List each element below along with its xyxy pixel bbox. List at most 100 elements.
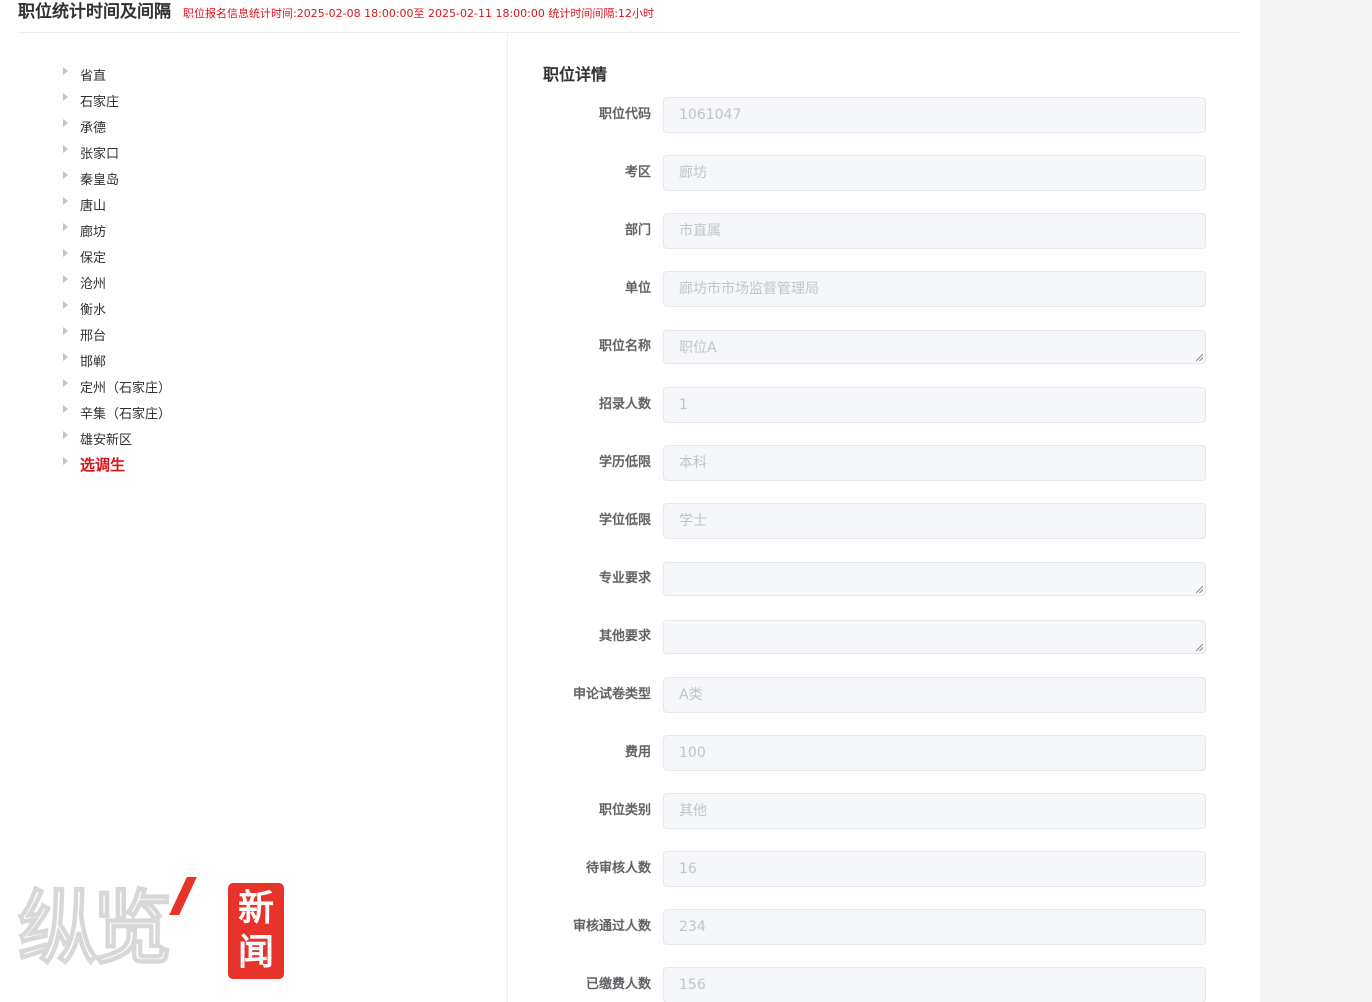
resize-grip-icon[interactable] <box>1196 644 1203 651</box>
tree-node[interactable]: 选调生 <box>60 451 171 477</box>
form-label: 已缴费人数 <box>585 977 651 992</box>
tree-node-label: 雄安新区 <box>80 432 133 448</box>
tree-node-label: 辛集（石家庄） <box>80 406 172 422</box>
tree-node-label: 承德 <box>80 120 107 136</box>
form-label: 职位代码 <box>598 107 651 122</box>
tree-node-label: 廊坊 <box>80 224 107 240</box>
tree-node[interactable]: 张家口 <box>60 139 171 165</box>
detail-textarea[interactable] <box>663 620 1206 654</box>
form-label: 费用 <box>624 745 651 760</box>
form-row: 学位低限 学士 <box>509 503 1260 561</box>
watermark-news-badge: 新 闻 <box>228 883 284 979</box>
caret-right-icon[interactable] <box>63 223 68 231</box>
detail-input[interactable]: 234 <box>663 909 1206 945</box>
caret-right-icon[interactable] <box>63 379 68 387</box>
detail-input[interactable]: 16 <box>663 851 1206 887</box>
form-label: 职位名称 <box>598 339 651 354</box>
caret-right-icon[interactable] <box>63 457 68 465</box>
form-row: 其他要求 <box>509 619 1260 677</box>
detail-input[interactable]: A类 <box>663 677 1206 713</box>
detail-input[interactable]: 1061047 <box>663 97 1206 133</box>
tree-node[interactable]: 沧州 <box>60 269 171 295</box>
form-row: 费用 100 <box>509 735 1260 793</box>
detail-input[interactable]: 市直属 <box>663 213 1206 249</box>
stats-header: 职位统计时间及间隔 职位报名信息统计时间:2025-02-08 18:00:00… <box>18 0 654 30</box>
caret-right-icon[interactable] <box>63 431 68 439</box>
tree-node[interactable]: 衡水 <box>60 295 171 321</box>
form-row: 已缴费人数 156 <box>509 967 1260 1002</box>
detail-input[interactable]: 其他 <box>663 793 1206 829</box>
form-row: 专业要求 <box>509 561 1260 619</box>
tree-node-label: 省直 <box>80 68 107 84</box>
tree-node-label: 石家庄 <box>80 94 120 110</box>
detail-input[interactable]: 本科 <box>663 445 1206 481</box>
tree-node-label: 沧州 <box>80 276 107 292</box>
tree-node-label: 唐山 <box>80 198 107 214</box>
tree-node[interactable]: 邢台 <box>60 321 171 347</box>
caret-right-icon[interactable] <box>63 405 68 413</box>
caret-right-icon[interactable] <box>63 353 68 361</box>
detail-input[interactable]: 156 <box>663 967 1206 1002</box>
tree-node[interactable]: 省直 <box>60 61 171 87</box>
form-row: 审核通过人数 234 <box>509 909 1260 967</box>
tree-node-label: 秦皇岛 <box>80 172 120 188</box>
caret-right-icon[interactable] <box>63 249 68 257</box>
tree-node-label: 张家口 <box>80 146 120 162</box>
caret-right-icon[interactable] <box>63 327 68 335</box>
caret-right-icon[interactable] <box>63 171 68 179</box>
tree-node-label: 选调生 <box>80 455 126 474</box>
caret-right-icon[interactable] <box>63 301 68 309</box>
position-detail-panel: 职位详情 职位代码 1061047 考区 廊坊 部门 市直属 单位 廊坊市市场监督管理局 职位名… <box>509 33 1260 1002</box>
form-label: 单位 <box>624 281 651 296</box>
resize-grip-icon[interactable] <box>1196 354 1203 361</box>
tree-node[interactable]: 定州（石家庄） <box>60 373 171 399</box>
form-row: 部门 市直属 <box>509 213 1260 271</box>
caret-right-icon[interactable] <box>63 197 68 205</box>
tree-node[interactable]: 承德 <box>60 113 171 139</box>
region-tree-panel: 省直石家庄承德张家口秦皇岛唐山廊坊保定沧州衡水邢台邯郸定州（石家庄） 辛集（石家庄… <box>0 33 508 1002</box>
detail-input[interactable]: 100 <box>663 735 1206 771</box>
tree-node-label: 衡水 <box>80 302 107 318</box>
caret-right-icon[interactable] <box>63 145 68 153</box>
resize-grip-icon[interactable] <box>1196 586 1203 593</box>
tree-node[interactable]: 辛集（石家庄） <box>60 399 171 425</box>
watermark-logo-text: 纵览 <box>17 881 173 976</box>
caret-right-icon[interactable] <box>63 93 68 101</box>
form-row: 招录人数 1 <box>509 387 1260 445</box>
tree-node[interactable]: 唐山 <box>60 191 171 217</box>
field-value: 职位A <box>679 340 717 356</box>
tree-node[interactable]: 廊坊 <box>60 217 171 243</box>
region-tree: 省直石家庄承德张家口秦皇岛唐山廊坊保定沧州衡水邢台邯郸定州（石家庄） 辛集（石家庄… <box>60 61 171 477</box>
form-label: 待审核人数 <box>585 861 651 876</box>
watermark-badge-line2: 闻 <box>237 932 274 973</box>
form-label: 招录人数 <box>598 397 651 412</box>
form-label: 申论试卷类型 <box>572 687 651 702</box>
caret-right-icon[interactable] <box>63 67 68 75</box>
tree-node-label: 保定 <box>80 250 107 266</box>
form-label: 考区 <box>624 165 651 180</box>
tree-node[interactable]: 保定 <box>60 243 171 269</box>
tree-node-label: 定州（石家庄） <box>80 380 172 396</box>
caret-right-icon[interactable] <box>63 275 68 283</box>
caret-right-icon[interactable] <box>63 119 68 127</box>
detail-input[interactable]: 廊坊市市场监督管理局 <box>663 271 1206 307</box>
detail-input[interactable]: 1 <box>663 387 1206 423</box>
tree-node[interactable]: 石家庄 <box>60 87 171 113</box>
tree-node[interactable]: 秦皇岛 <box>60 165 171 191</box>
detail-textarea[interactable] <box>663 562 1206 596</box>
form-row: 职位代码 1061047 <box>509 97 1260 155</box>
tree-node[interactable]: 雄安新区 <box>60 425 171 451</box>
tree-node[interactable]: 邯郸 <box>60 347 171 373</box>
form-label: 审核通过人数 <box>572 919 651 934</box>
form-row: 申论试卷类型 A类 <box>509 677 1260 735</box>
detail-textarea[interactable]: 职位A <box>663 330 1206 364</box>
page: 职位统计时间及间隔 职位报名信息统计时间:2025-02-08 18:00:00… <box>0 0 1260 1002</box>
watermark-logo: 纵览 新 闻 <box>17 875 288 985</box>
form-row: 职位类别 其他 <box>509 793 1260 851</box>
form-label: 学位低限 <box>598 513 651 528</box>
tree-node-label: 邯郸 <box>80 354 107 370</box>
page-title: 职位统计时间及间隔 <box>18 2 171 22</box>
form-label: 其他要求 <box>598 629 651 644</box>
detail-input[interactable]: 廊坊 <box>663 155 1206 191</box>
detail-input[interactable]: 学士 <box>663 503 1206 539</box>
